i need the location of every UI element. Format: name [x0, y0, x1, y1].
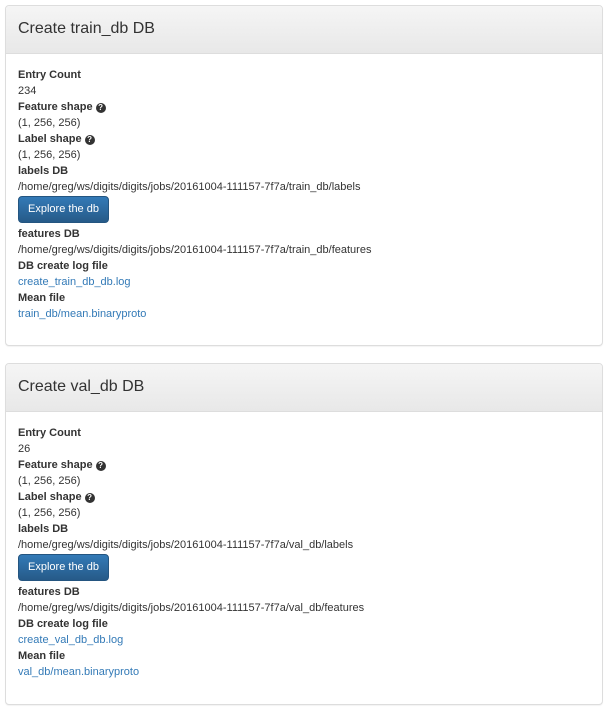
features-db-path: /home/greg/ws/digits/digits/jobs/2016100…: [18, 244, 372, 256]
question-circle-icon[interactable]: ?: [95, 461, 106, 471]
label-shape-label: Label shape?: [18, 489, 590, 505]
entry-count-label: Entry Count: [18, 427, 81, 439]
explore-db-button[interactable]: Explore the db: [18, 554, 109, 581]
mean-file-label: Mean file: [18, 292, 66, 304]
entry-count-value: 234: [18, 85, 37, 97]
label-shape-value: (1, 256, 256): [18, 507, 81, 519]
label-shape-label: Label shape?: [18, 131, 590, 147]
mean-file-link[interactable]: train_db/mean.binaryproto: [18, 308, 146, 320]
log-file-label: DB create log file: [18, 618, 108, 630]
labels-db-label: labels DB: [18, 523, 69, 535]
features-db-label: features DB: [18, 228, 80, 240]
explore-db-button[interactable]: Explore the db: [18, 196, 109, 223]
entry-count-label: Entry Count: [18, 69, 81, 81]
question-circle-icon[interactable]: ?: [84, 493, 95, 503]
mean-file-label: Mean file: [18, 650, 66, 662]
mean-file-link[interactable]: val_db/mean.binaryproto: [18, 666, 139, 678]
features-db-path: /home/greg/ws/digits/digits/jobs/2016100…: [18, 602, 365, 614]
feature-shape-value: (1, 256, 256): [18, 117, 81, 129]
panel-body: Entry Count 26 Feature shape? (1, 256, 2…: [6, 412, 602, 690]
feature-shape-value: (1, 256, 256): [18, 475, 81, 487]
panel-val-db: Create val_db DB Entry Count 26 Feature …: [5, 363, 603, 705]
question-circle-icon[interactable]: ?: [84, 135, 95, 145]
panel-body: Entry Count 234 Feature shape? (1, 256, …: [6, 54, 602, 332]
log-file-link[interactable]: create_train_db_db.log: [18, 276, 131, 288]
panel-title: Create train_db DB: [6, 6, 602, 54]
log-file-link[interactable]: create_val_db_db.log: [18, 634, 123, 646]
labels-db-path: /home/greg/ws/digits/digits/jobs/2016100…: [18, 181, 361, 193]
log-file-label: DB create log file: [18, 260, 108, 272]
question-circle-icon[interactable]: ?: [95, 103, 106, 113]
feature-shape-label: Feature shape?: [18, 99, 590, 115]
feature-shape-label: Feature shape?: [18, 457, 590, 473]
labels-db-path: /home/greg/ws/digits/digits/jobs/2016100…: [18, 539, 354, 551]
labels-db-label: labels DB: [18, 165, 69, 177]
features-db-label: features DB: [18, 586, 80, 598]
entry-count-value: 26: [18, 443, 31, 455]
panel-title: Create val_db DB: [6, 364, 602, 412]
label-shape-value: (1, 256, 256): [18, 149, 81, 161]
panel-train-db: Create train_db DB Entry Count 234 Featu…: [5, 5, 603, 346]
